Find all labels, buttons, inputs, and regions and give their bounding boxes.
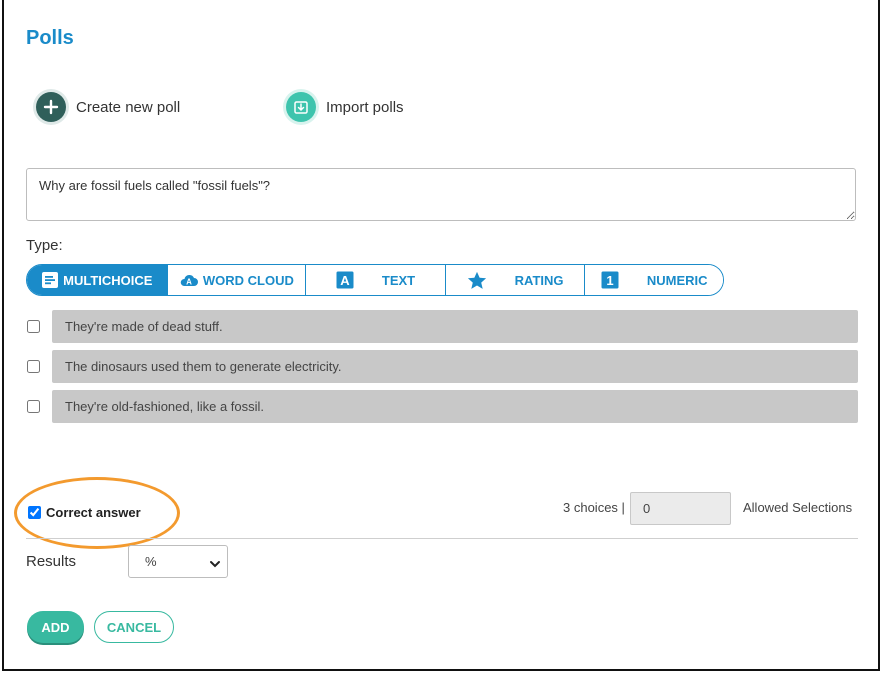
allowed-selections-label: Allowed Selections (743, 500, 853, 515)
import-icon (286, 92, 316, 122)
poll-editor-window: Polls Create new poll Import polls Type: (2, 0, 880, 671)
svg-text:A: A (340, 273, 350, 288)
import-polls-label: Import polls (326, 98, 404, 116)
text-a-icon: A (336, 271, 354, 289)
choices-count: 3 choices | (563, 500, 625, 515)
type-label: Type: (26, 237, 63, 254)
results-label: Results (26, 553, 77, 570)
type-numeric-label: NUMERIC (646, 272, 708, 288)
add-button[interactable]: ADD (27, 611, 84, 643)
choice-row: The dinosaurs used them to generate elec… (26, 350, 858, 383)
correct-answer-checkbox[interactable] (28, 506, 41, 519)
results-selected-value: % (145, 554, 157, 569)
chevron-down-icon (209, 557, 221, 572)
svg-text:A: A (186, 278, 192, 287)
choice-checkbox[interactable] (27, 320, 40, 333)
type-word-cloud-label: WORD CLOUD (202, 272, 294, 288)
plus-icon (36, 92, 66, 122)
choice-input[interactable]: The dinosaurs used them to generate elec… (52, 350, 858, 383)
poll-type-selector: MULTICHOICE A WORD CLOUD A TEXT RATING 1… (26, 264, 724, 296)
number-one-icon: 1 (601, 271, 619, 289)
import-polls-button[interactable]: Import polls (286, 92, 404, 122)
type-multichoice-button[interactable]: MULTICHOICE (27, 265, 168, 295)
divider (26, 538, 858, 539)
choice-checkbox[interactable] (27, 400, 40, 413)
choice-input[interactable]: They're made of dead stuff. (52, 310, 858, 343)
type-rating-label: RATING (514, 272, 564, 288)
choice-checkbox[interactable] (27, 360, 40, 373)
star-icon (467, 271, 487, 290)
results-select[interactable]: % (128, 545, 228, 578)
choice-input[interactable]: They're old-fashioned, like a fossil. (52, 390, 858, 423)
list-icon (41, 271, 59, 289)
page-title: Polls (26, 27, 74, 49)
correct-answer-option[interactable]: Correct answer (28, 505, 141, 520)
cancel-button[interactable]: CANCEL (94, 611, 174, 643)
allowed-selections-input[interactable] (630, 492, 731, 525)
type-text-label: TEXT (381, 272, 416, 288)
create-new-poll-button[interactable]: Create new poll (36, 92, 180, 122)
type-text-button[interactable]: A TEXT (306, 265, 446, 295)
correct-answer-label: Correct answer (46, 505, 141, 520)
type-rating-button[interactable]: RATING (445, 265, 586, 295)
cloud-icon: A (179, 272, 199, 288)
type-numeric-button[interactable]: 1 NUMERIC (585, 265, 723, 295)
choice-row: They're made of dead stuff. (26, 310, 858, 343)
create-new-poll-label: Create new poll (76, 98, 181, 116)
choice-row: They're old-fashioned, like a fossil. (26, 390, 858, 423)
type-multichoice-label: MULTICHOICE (63, 272, 153, 288)
svg-text:1: 1 (606, 273, 613, 288)
type-word-cloud-button[interactable]: A WORD CLOUD (167, 265, 307, 295)
question-input[interactable] (26, 168, 856, 221)
